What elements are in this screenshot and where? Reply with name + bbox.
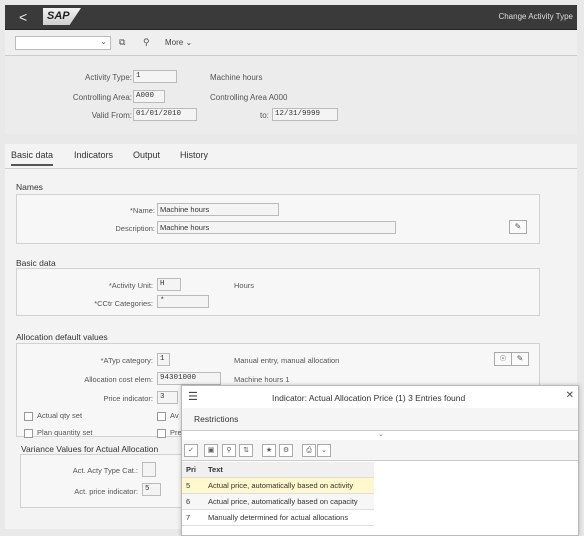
controlling-area-desc: Controlling Area A000 xyxy=(210,93,288,102)
name-field[interactable]: Machine hours xyxy=(157,203,279,216)
act-price-indicator-field[interactable]: 5 xyxy=(142,483,161,496)
dialog-title: Indicator: Actual Allocation Price (1) 3… xyxy=(272,393,466,403)
app-title: Change Activity Type xyxy=(498,12,573,21)
tab-output[interactable]: Output xyxy=(133,150,160,160)
zoom-icon[interactable]: ⚲ xyxy=(143,37,150,48)
sort-icon[interactable]: ⇅ xyxy=(239,444,253,457)
actual-qty-set-label: Actual qty set xyxy=(37,411,83,420)
shell-header: < SAP Change Activity Type xyxy=(5,5,577,30)
tab-indicators[interactable]: Indicators xyxy=(74,150,113,160)
tab-bar: Basic data Indicators Output History xyxy=(5,144,577,169)
cctr-categories-label: *CCtr Categories: xyxy=(94,299,153,308)
dialog-toolbar: ✓ ▣ ⚲ ⇅ ★ ⚙ ⎙ ⌄ xyxy=(182,440,578,461)
chevron-down-icon[interactable]: ⌄ xyxy=(317,444,331,457)
allocation-cost-elem-field[interactable]: 94301000 xyxy=(157,372,221,385)
table-row[interactable]: 7 Manually determined for actual allocat… xyxy=(182,510,374,526)
section-variance-title: Variance Values for Actual Allocation xyxy=(21,444,159,454)
valid-to-label: to: xyxy=(260,111,269,120)
select-icon[interactable]: ▣ xyxy=(204,444,218,457)
row-text: Actual price, automatically based on cap… xyxy=(208,497,358,506)
pre-distribution-checkbox[interactable] xyxy=(157,429,166,438)
acty-type-cat-label: Act. Acty Type Cat.: xyxy=(72,466,138,475)
back-icon[interactable]: < xyxy=(19,10,27,24)
activity-type-label: Activity Type: xyxy=(85,73,132,82)
plan-qty-set-checkbox[interactable] xyxy=(24,429,33,438)
variance-group: Act. Acty Type Cat.: Act. price indicato… xyxy=(20,454,190,508)
row-pri: 6 xyxy=(186,497,191,506)
act-price-indicator-label: Act. price indicator: xyxy=(74,487,138,496)
more-button[interactable]: More ⌄ xyxy=(165,38,192,47)
print-icon[interactable]: ⎙ xyxy=(302,444,316,457)
restrictions-bar: Restrictions xyxy=(182,408,578,431)
menu-icon[interactable]: ☰ xyxy=(188,390,198,403)
table-row[interactable]: 5 Actual price, automatically based on a… xyxy=(182,478,374,494)
actual-qty-set-checkbox[interactable] xyxy=(24,412,33,421)
activity-type-field: 1 xyxy=(133,70,177,83)
header-area: Activity Type: 1 Machine hours Controlli… xyxy=(5,56,577,134)
chevron-down-icon[interactable]: ⌄ xyxy=(100,37,107,46)
chevron-down-icon[interactable]: ⌄ xyxy=(378,430,384,438)
average-price-checkbox[interactable] xyxy=(157,412,166,421)
edit-icon[interactable]: ✎ xyxy=(511,352,529,366)
price-indicator-field[interactable]: 3 xyxy=(157,391,178,404)
average-price-label: Av xyxy=(170,411,179,420)
section-basic-data-title: Basic data xyxy=(16,258,56,268)
price-indicator-label: Price indicator: xyxy=(103,394,153,403)
tab-basic-data[interactable]: Basic data xyxy=(11,150,54,166)
translate-icon[interactable]: ✎ xyxy=(509,220,527,234)
col-pri-header[interactable]: Pri xyxy=(186,462,196,477)
close-icon[interactable]: ✕ xyxy=(566,390,574,401)
controlling-area-label: Controlling Area: xyxy=(72,93,132,102)
activity-unit-field[interactable]: H xyxy=(157,278,181,291)
sap-logo-text: SAP xyxy=(47,10,70,22)
col-text-header[interactable]: Text xyxy=(208,462,223,477)
valid-from-field: 01/01/2010 xyxy=(133,108,197,121)
filter-icon[interactable]: ★ xyxy=(262,444,276,457)
tab-restrictions[interactable]: Restrictions xyxy=(194,414,238,424)
value-help-dialog: ☰ Indicator: Actual Allocation Price (1)… xyxy=(181,385,579,536)
allocation-cost-elem-label: Allocation cost elem: xyxy=(84,375,153,384)
cctr-categories-field[interactable]: * xyxy=(157,295,209,308)
row-text: Manually determined for actual allocatio… xyxy=(208,513,349,522)
activity-unit-desc: Hours xyxy=(234,281,255,290)
plan-qty-set-label: Plan quantity set xyxy=(37,428,93,437)
basic-data-group: *Activity Unit: H Hours *CCtr Categories… xyxy=(16,268,540,316)
allocation-cost-elem-desc: Machine hours 1 xyxy=(234,375,290,384)
more-label: More xyxy=(165,38,184,47)
atyp-category-desc: Manual entry, manual allocation xyxy=(234,356,340,365)
acty-type-cat-field[interactable] xyxy=(142,462,156,477)
pre-distribution-label: Pre xyxy=(170,428,182,437)
copy-icon[interactable]: ⧉ xyxy=(119,37,125,48)
controlling-area-field: A000 xyxy=(133,90,165,103)
row-pri: 5 xyxy=(186,481,191,490)
atyp-category-field[interactable]: 1 xyxy=(157,353,170,366)
names-group: *Name: Machine hours Description: Machin… xyxy=(16,194,540,244)
command-field[interactable]: ⌄ xyxy=(15,36,111,50)
tab-history[interactable]: History xyxy=(180,150,208,160)
section-names-title: Names xyxy=(16,182,43,192)
atyp-category-label: *ATyp category: xyxy=(100,356,153,365)
activity-unit-label: *Activity Unit: xyxy=(108,281,153,290)
description-label: Description: xyxy=(115,224,155,233)
row-text: Actual price, automatically based on act… xyxy=(208,481,354,490)
section-allocation-title: Allocation default values xyxy=(16,332,108,342)
toolbar: ⌄ ⧉ ⚲ More ⌄ xyxy=(5,30,577,56)
sap-logo: SAP xyxy=(43,8,81,25)
settings-icon[interactable]: ⚙ xyxy=(279,444,293,457)
row-pri: 7 xyxy=(186,513,191,522)
valid-from-label: Valid From: xyxy=(91,111,132,120)
table-header: Pri Text xyxy=(182,462,374,478)
valid-to-field: 12/31/9999 xyxy=(272,108,338,121)
display-icon[interactable]: ☉ xyxy=(494,352,512,366)
name-label: *Name: xyxy=(129,206,155,215)
description-field[interactable]: Machine hours xyxy=(157,221,396,234)
activity-type-desc: Machine hours xyxy=(210,73,263,82)
checkmark-icon[interactable]: ✓ xyxy=(184,444,198,457)
search-icon[interactable]: ⚲ xyxy=(222,444,236,457)
table-row[interactable]: 6 Actual price, automatically based on c… xyxy=(182,494,374,510)
chevron-down-icon: ⌄ xyxy=(185,38,193,47)
